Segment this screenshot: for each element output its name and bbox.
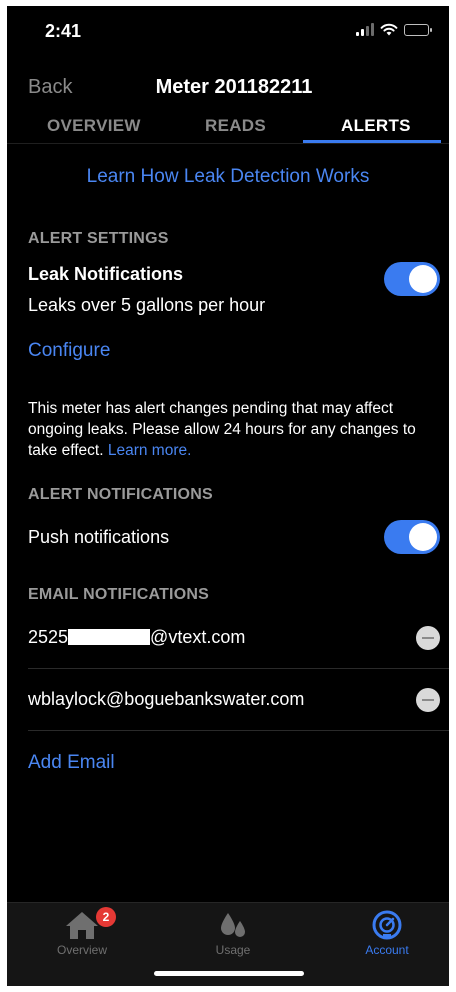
home-indicator xyxy=(154,971,304,976)
tab-overview[interactable]: OVERVIEW xyxy=(47,116,141,136)
status-icons xyxy=(356,23,432,36)
redacted-block xyxy=(68,629,151,645)
divider xyxy=(28,668,449,669)
leak-notifications-toggle[interactable] xyxy=(384,262,440,296)
email-notifications-heading: EMAIL NOTIFICATIONS xyxy=(28,586,209,603)
email-address: wblaylock@boguebankswater.com xyxy=(28,689,305,709)
pending-changes-notice: This meter has alert changes pending tha… xyxy=(28,398,432,461)
push-notifications-label: Push notifications xyxy=(28,527,170,547)
page-title: Meter 201182211 xyxy=(155,76,313,98)
tab-alerts[interactable]: ALERTS xyxy=(341,116,411,136)
toggle-knob xyxy=(409,523,437,551)
tabbar-label: Account xyxy=(365,943,409,957)
water-drops-icon xyxy=(221,913,245,937)
tab-bar: OVERVIEW READS ALERTS xyxy=(7,110,449,144)
email-suffix: @vtext.com xyxy=(150,627,246,647)
notice-text: This meter has alert changes pending tha… xyxy=(28,400,416,459)
tabbar-label: Overview xyxy=(56,943,107,957)
remove-email-button[interactable] xyxy=(416,688,440,712)
phone-screen: 2:41 Back Meter 201182211 OVERVIEW READS… xyxy=(7,6,449,986)
push-notifications-toggle[interactable] xyxy=(384,520,440,554)
tab-reads[interactable]: READS xyxy=(205,116,266,136)
add-email-link[interactable]: Add Email xyxy=(28,752,115,774)
email-item: 2525 @vtext.com xyxy=(28,627,245,648)
battery-icon xyxy=(404,23,432,36)
leak-threshold-text: Leaks over 5 gallons per hour xyxy=(28,295,266,315)
navigation-bar: Back Meter 201182211 xyxy=(7,68,449,108)
email-item: wblaylock@boguebankswater.com xyxy=(28,689,304,710)
alert-settings-heading: ALERT SETTINGS xyxy=(28,230,169,247)
status-bar: 2:41 xyxy=(7,6,449,58)
alert-notifications-heading: ALERT NOTIFICATIONS xyxy=(28,486,213,503)
divider xyxy=(28,730,449,731)
cellular-signal-icon xyxy=(356,23,374,36)
email-prefix: 2525 xyxy=(28,627,69,647)
learn-more-link[interactable]: Learn more. xyxy=(108,442,192,459)
leak-notifications-title: Leak Notifications xyxy=(28,264,184,284)
active-tab-indicator xyxy=(303,140,441,143)
gauge-icon xyxy=(372,910,402,940)
tabbar-label: Usage xyxy=(215,943,251,957)
learn-leak-detection-link[interactable]: Learn How Leak Detection Works xyxy=(7,166,449,188)
remove-email-button[interactable] xyxy=(416,626,440,650)
configure-link[interactable]: Configure xyxy=(28,340,110,362)
toggle-knob xyxy=(409,265,437,293)
status-time: 2:41 xyxy=(45,21,82,41)
wifi-icon xyxy=(380,23,398,36)
notification-badge: 2 xyxy=(96,907,116,927)
